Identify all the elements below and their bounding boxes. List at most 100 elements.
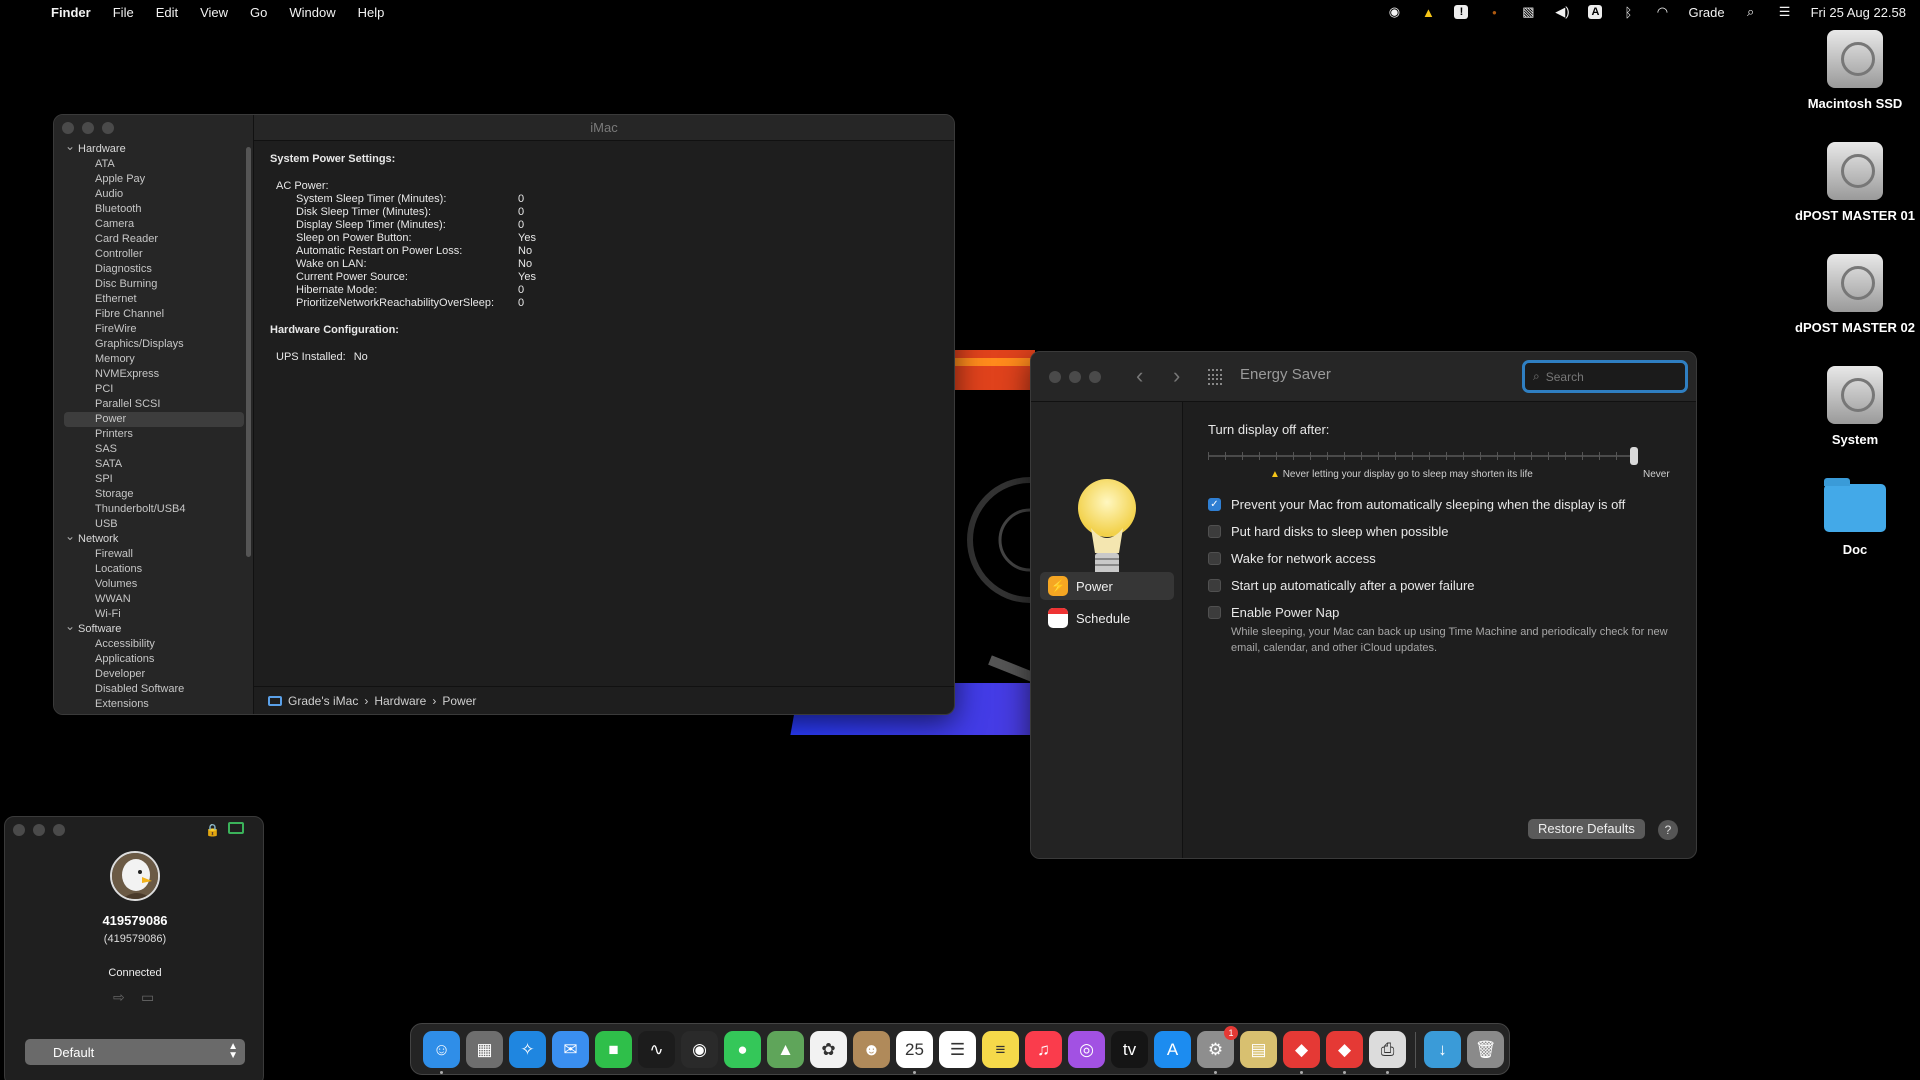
tree-item-disabled-software[interactable]: Disabled Software	[64, 682, 244, 697]
dock-finder-icon[interactable]: ☺	[423, 1031, 460, 1068]
tree-item-ata[interactable]: ATA	[64, 157, 244, 172]
zoom-button[interactable]	[1089, 371, 1101, 383]
dock-podcasts-icon[interactable]: ◎	[1068, 1031, 1105, 1068]
file-transfer-icon[interactable]: ⇨	[113, 989, 125, 1006]
tree-item-extensions[interactable]: Extensions	[64, 697, 244, 712]
tree-item-memory[interactable]: Memory	[64, 352, 244, 367]
bluetooth-icon[interactable]: ᛒ	[1620, 4, 1636, 20]
desktop-icon-dpost-master-01[interactable]: dPOST MASTER 01	[1785, 142, 1920, 223]
zoom-button[interactable]	[102, 122, 114, 134]
dock-messages-icon[interactable]: ●	[724, 1031, 761, 1068]
tree-item-locations[interactable]: Locations	[64, 562, 244, 577]
dock-resolve-icon[interactable]: ◉	[681, 1031, 718, 1068]
tree-item-usb[interactable]: USB	[64, 517, 244, 532]
tree-item-audio[interactable]: Audio	[64, 187, 244, 202]
close-button[interactable]	[13, 824, 25, 836]
tree-item-disc-burning[interactable]: Disc Burning	[64, 277, 244, 292]
tree-item-power[interactable]: Power	[64, 412, 244, 427]
tree-item-wi-fi[interactable]: Wi-Fi	[64, 607, 244, 622]
menu-app-finder[interactable]: Finder	[40, 5, 102, 20]
dock-calendar-icon[interactable]: 25	[896, 1031, 933, 1068]
menu-go[interactable]: Go	[239, 5, 278, 20]
dock-music-icon[interactable]: ♫	[1025, 1031, 1062, 1068]
tree-item-ethernet[interactable]: Ethernet	[64, 292, 244, 307]
sidebar-item-schedule[interactable]: Schedule	[1040, 604, 1174, 632]
close-button[interactable]	[62, 122, 74, 134]
checkbox[interactable]: ✓	[1208, 498, 1221, 511]
menu-user-name[interactable]: Grade	[1688, 5, 1724, 20]
tree-item-diagnostics[interactable]: Diagnostics	[64, 262, 244, 277]
tree-item-developer[interactable]: Developer	[64, 667, 244, 682]
tree-item-camera[interactable]: Camera	[64, 217, 244, 232]
desktop-icon-system[interactable]: System	[1785, 366, 1920, 447]
restore-defaults-button[interactable]: Restore Defaults	[1528, 819, 1645, 839]
tree-item-sas[interactable]: SAS	[64, 442, 244, 457]
checkbox[interactable]	[1208, 579, 1221, 592]
path-item-power[interactable]: Power	[442, 694, 476, 708]
screen-icon[interactable]	[228, 822, 244, 834]
tree-item-printers[interactable]: Printers	[64, 427, 244, 442]
tree-group-software[interactable]: Software	[64, 619, 244, 637]
dock-archive-icon[interactable]: ▤	[1240, 1031, 1277, 1068]
tree-item-bluetooth[interactable]: Bluetooth	[64, 202, 244, 217]
back-icon[interactable]: ‹	[1136, 363, 1143, 389]
checkbox[interactable]	[1208, 606, 1221, 619]
tree-item-pci[interactable]: PCI	[64, 382, 244, 397]
dock-launchpad-icon[interactable]: ▦	[466, 1031, 503, 1068]
menu-view[interactable]: View	[189, 5, 239, 20]
menu-file[interactable]: File	[102, 5, 145, 20]
dock-maps-icon[interactable]: ▲	[767, 1031, 804, 1068]
menu-window[interactable]: Window	[278, 5, 346, 20]
control-center-icon[interactable]: ☰	[1777, 4, 1793, 20]
tree-item-controller[interactable]: Controller	[64, 247, 244, 262]
display-sleep-slider[interactable]	[1208, 447, 1638, 465]
tree-item-graphics-displays[interactable]: Graphics/Displays	[64, 337, 244, 352]
desktop[interactable]: Finder File Edit View Go Window Help ◉ ▲…	[0, 0, 1920, 1080]
tree-item-volumes[interactable]: Volumes	[64, 577, 244, 592]
option-label[interactable]: Start up automatically after a power fai…	[1231, 578, 1475, 593]
dock-anydesk-icon[interactable]: ◆	[1283, 1031, 1320, 1068]
tree-item-storage[interactable]: Storage	[64, 487, 244, 502]
tree-item-applications[interactable]: Applications	[64, 652, 244, 667]
tree-item-parallel-scsi[interactable]: Parallel SCSI	[64, 397, 244, 412]
tree-item-wwan[interactable]: WWAN	[64, 592, 244, 607]
dock-trash-icon[interactable]: 🗑	[1467, 1031, 1504, 1068]
minimize-button[interactable]	[82, 122, 94, 134]
search-field[interactable]: ⌕ Search	[1522, 360, 1688, 393]
recording-dot-icon[interactable]: ●	[1486, 4, 1502, 20]
volume-icon[interactable]: ◀)	[1554, 4, 1570, 20]
sidebar-scrollbar[interactable]	[246, 147, 251, 557]
forward-icon[interactable]: ›	[1173, 363, 1180, 389]
dock-printer-icon[interactable]: ⎙	[1369, 1031, 1406, 1068]
checkbox[interactable]	[1208, 525, 1221, 538]
input-source-icon[interactable]: A	[1588, 5, 1603, 19]
warning-icon[interactable]: ▲	[1420, 4, 1436, 20]
tree-item-firewall[interactable]: Firewall	[64, 547, 244, 562]
dock-activity-icon[interactable]: ∿	[638, 1031, 675, 1068]
path-item-hardware[interactable]: Hardware	[374, 694, 426, 708]
dock-photos-icon[interactable]: ✿	[810, 1031, 847, 1068]
minimize-button[interactable]	[1069, 371, 1081, 383]
tree-item-accessibility[interactable]: Accessibility	[64, 637, 244, 652]
tree-item-thunderbolt-usb4[interactable]: Thunderbolt/USB4	[64, 502, 244, 517]
tree-group-hardware[interactable]: Hardware	[64, 139, 244, 157]
tree-item-fibre-channel[interactable]: Fibre Channel	[64, 307, 244, 322]
dock-notes-icon[interactable]: ≡	[982, 1031, 1019, 1068]
slider-knob[interactable]	[1630, 447, 1638, 465]
activity-monitor-icon[interactable]: ▧	[1520, 4, 1536, 20]
desktop-icon-macintosh-ssd[interactable]: Macintosh SSD	[1785, 30, 1920, 111]
profile-dropdown[interactable]: Default ▲ ▼	[25, 1039, 245, 1065]
chat-icon[interactable]: ▭	[141, 989, 154, 1006]
dock-anydesk-2-icon[interactable]: ◆	[1326, 1031, 1363, 1068]
tree-item-apple-pay[interactable]: Apple Pay	[64, 172, 244, 187]
alert-icon[interactable]: !	[1454, 5, 1469, 19]
tree-item-nvmexpress[interactable]: NVMExpress	[64, 367, 244, 382]
option-label[interactable]: Wake for network access	[1231, 551, 1376, 566]
option-label[interactable]: Enable Power Nap	[1231, 605, 1339, 620]
dock-tv-icon[interactable]: tv	[1111, 1031, 1148, 1068]
menu-edit[interactable]: Edit	[145, 5, 189, 20]
dock-reminders-icon[interactable]: ☰	[939, 1031, 976, 1068]
option-label[interactable]: Put hard disks to sleep when possible	[1231, 524, 1449, 539]
tree-group-network[interactable]: Network	[64, 529, 244, 547]
show-all-grid-icon[interactable]	[1208, 369, 1224, 385]
